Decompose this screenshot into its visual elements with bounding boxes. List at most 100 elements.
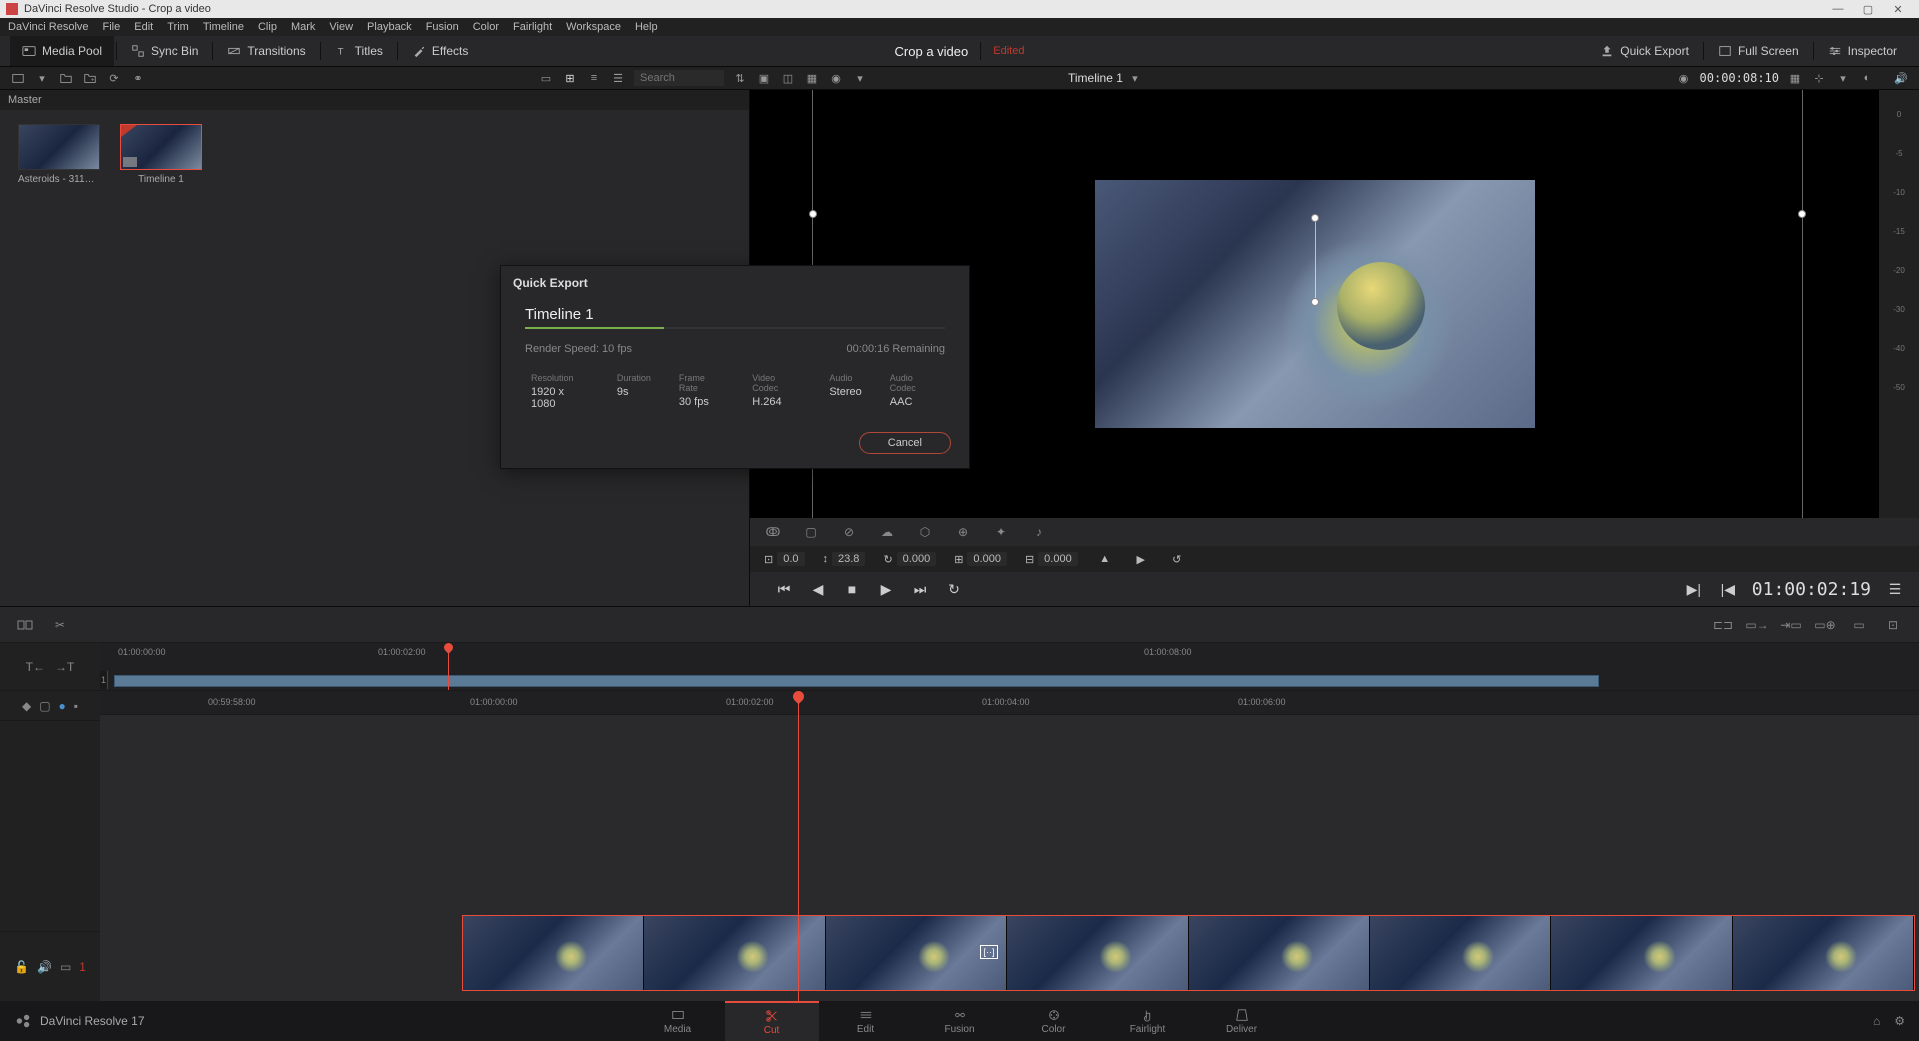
control-handle[interactable]: [809, 210, 817, 218]
menu-clip[interactable]: Clip: [258, 21, 277, 33]
menu-icon[interactable]: ☰: [1885, 579, 1905, 599]
film-icon[interactable]: ▣: [756, 70, 772, 86]
page-color[interactable]: Color: [1007, 1001, 1101, 1041]
sort-icon[interactable]: ⇅: [732, 70, 748, 86]
view-strip-icon[interactable]: ▭: [538, 70, 554, 86]
menu-davinci[interactable]: DaVinci Resolve: [8, 21, 89, 33]
dual-icon[interactable]: ◫: [780, 70, 796, 86]
folder-add-icon[interactable]: +: [82, 70, 98, 86]
play-button[interactable]: ▶: [876, 579, 896, 599]
cancel-button[interactable]: Cancel: [859, 432, 951, 454]
bypass-icon[interactable]: ◐: [1859, 70, 1875, 86]
menu-workspace[interactable]: Workspace: [566, 21, 621, 33]
zoom-value[interactable]: 0.0: [777, 552, 804, 566]
flag-icon[interactable]: ▢: [39, 699, 50, 713]
chevron-down-icon[interactable]: ▾: [852, 70, 868, 86]
timeline-ruler[interactable]: 00:59:58:00 01:00:00:00 01:00:02:00 01:0…: [100, 691, 1919, 715]
x-value[interactable]: 0.000: [967, 552, 1007, 566]
append-icon[interactable]: ▭→: [1745, 613, 1769, 637]
menu-fusion[interactable]: Fusion: [426, 21, 459, 33]
refresh-icon[interactable]: ⟳: [106, 70, 122, 86]
quick-export-button[interactable]: Quick Export: [1588, 44, 1701, 58]
transform-icon[interactable]: ▢: [802, 523, 820, 541]
timeline-thumbnail[interactable]: Timeline 1: [120, 124, 202, 185]
grid-icon[interactable]: ▦: [804, 70, 820, 86]
control-handle[interactable]: [1311, 298, 1319, 306]
loop-button[interactable]: ↻: [944, 579, 964, 599]
mini-timeline-track[interactable]: 01:00:00:00 01:00:02:00 01:00:08:00 1: [100, 643, 1919, 690]
clip-thumbnail[interactable]: Asteroids - 31105...: [18, 124, 100, 185]
mini-playhead[interactable]: [448, 643, 449, 690]
marker-icon[interactable]: ◆: [22, 699, 31, 713]
place-top-icon[interactable]: ▭: [1847, 613, 1871, 637]
menu-timeline[interactable]: Timeline: [203, 21, 244, 33]
minimize-button[interactable]: —: [1823, 3, 1853, 15]
page-edit[interactable]: Edit: [819, 1001, 913, 1041]
ripple-icon[interactable]: ⇥▭: [1779, 613, 1803, 637]
menu-help[interactable]: Help: [635, 21, 658, 33]
flip-h-icon[interactable]: ▲: [1096, 550, 1114, 568]
speed-icon[interactable]: ☁: [878, 523, 896, 541]
page-media[interactable]: Media: [631, 1001, 725, 1041]
chevron-down-icon[interactable]: ▾: [1835, 70, 1851, 86]
close-button[interactable]: ✕: [1883, 3, 1913, 16]
lock-icon[interactable]: ▪: [74, 699, 78, 713]
flip-v-icon[interactable]: ▶: [1132, 550, 1150, 568]
chevron-down-icon[interactable]: ▾: [34, 70, 50, 86]
smart-insert-icon[interactable]: ⊏⊐: [1711, 613, 1735, 637]
video-clip[interactable]: [462, 915, 1915, 991]
stabilize-icon[interactable]: ⬡: [916, 523, 934, 541]
lens-icon[interactable]: ⊕: [954, 523, 972, 541]
crop-icon[interactable]: ↂ: [764, 523, 782, 541]
next-edit-button[interactable]: ▶|: [1684, 579, 1704, 599]
jump-start-button[interactable]: ⏮: [774, 579, 794, 599]
rotation-value[interactable]: 0.000: [897, 552, 937, 566]
folder-icon[interactable]: [58, 70, 74, 86]
full-screen-button[interactable]: Full Screen: [1706, 44, 1811, 58]
mini-clip[interactable]: [114, 675, 1599, 687]
video-track-icon[interactable]: ▭: [60, 960, 71, 974]
page-cut[interactable]: Cut: [725, 1001, 819, 1041]
page-fairlight[interactable]: Fairlight: [1101, 1001, 1195, 1041]
guides-icon[interactable]: ⊹: [1811, 70, 1827, 86]
menu-playback[interactable]: Playback: [367, 21, 412, 33]
eye-icon[interactable]: ◉: [1676, 70, 1692, 86]
menu-fairlight[interactable]: Fairlight: [513, 21, 552, 33]
control-handle[interactable]: [1798, 210, 1806, 218]
view-grid-icon[interactable]: ⊞: [562, 70, 578, 86]
sync-icon[interactable]: ●: [59, 699, 66, 713]
stop-button[interactable]: ■: [842, 579, 862, 599]
prev-edit-button[interactable]: |◀: [1718, 579, 1738, 599]
search-input[interactable]: [634, 70, 724, 86]
scissors-icon[interactable]: ✂: [48, 613, 72, 637]
page-deliver[interactable]: Deliver: [1195, 1001, 1289, 1041]
media-pool-button[interactable]: Media Pool: [10, 36, 114, 66]
page-fusion[interactable]: Fusion: [913, 1001, 1007, 1041]
audio-icon[interactable]: ♪: [1030, 523, 1048, 541]
menu-view[interactable]: View: [329, 21, 353, 33]
timeline-tracks[interactable]: 00:59:58:00 01:00:00:00 01:00:02:00 01:0…: [100, 691, 1919, 1001]
playhead[interactable]: [798, 691, 799, 1001]
color-icon[interactable]: ✦: [992, 523, 1010, 541]
y-value[interactable]: 0.000: [1038, 552, 1078, 566]
master-bin-label[interactable]: Master: [0, 90, 749, 110]
menu-file[interactable]: File: [103, 21, 121, 33]
tool-a-icon[interactable]: T←: [26, 660, 45, 674]
timeline-dropdown-label[interactable]: Timeline 1: [1068, 71, 1123, 85]
play-reverse-button[interactable]: ◀: [808, 579, 828, 599]
menu-color[interactable]: Color: [473, 21, 499, 33]
inspector-button[interactable]: Inspector: [1816, 44, 1909, 58]
maximize-button[interactable]: ▢: [1853, 3, 1883, 16]
lock-track-icon[interactable]: 🔓: [14, 960, 29, 974]
mute-icon[interactable]: 🔊: [37, 960, 52, 974]
settings-icon[interactable]: ⚙: [1894, 1014, 1905, 1028]
sync-bin-button[interactable]: Sync Bin: [119, 36, 210, 66]
control-handle[interactable]: [1311, 214, 1319, 222]
titles-button[interactable]: T Titles: [323, 36, 395, 66]
speaker-icon[interactable]: 🔊: [1893, 70, 1909, 86]
reset-icon[interactable]: ↺: [1168, 550, 1186, 568]
transitions-button[interactable]: Transitions: [215, 36, 317, 66]
angle-value[interactable]: 23.8: [832, 552, 865, 566]
tool-b-icon[interactable]: →T: [55, 660, 74, 674]
effects-button[interactable]: Effects: [400, 36, 480, 66]
